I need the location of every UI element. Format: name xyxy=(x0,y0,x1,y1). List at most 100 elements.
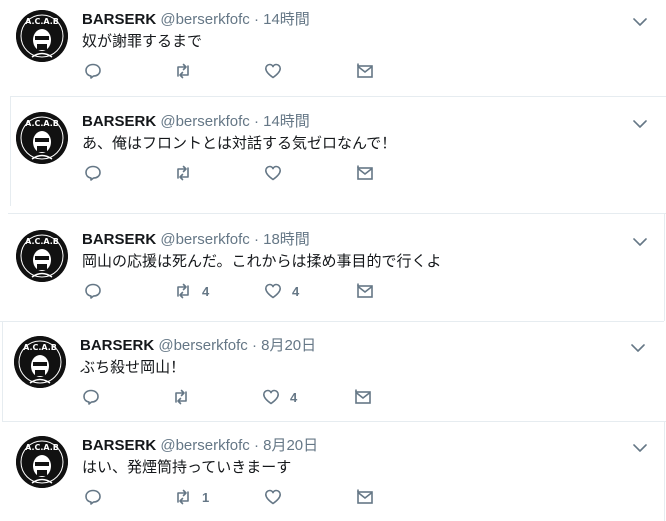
retweet-button[interactable] xyxy=(172,386,200,408)
reply-button[interactable] xyxy=(84,162,102,184)
retweet-icon xyxy=(175,389,187,405)
direct-message-button[interactable] xyxy=(356,280,374,302)
tweet[interactable]: A.C.A.B BARSERK @berserkfofc · 8月20日 ぶち殺… xyxy=(0,328,664,420)
acab-logo-icon: A.C.A.B xyxy=(16,10,68,62)
tweet-header: BARSERK @berserkfofc · 14時間 xyxy=(82,10,650,30)
reply-button[interactable] xyxy=(82,386,100,408)
chevron-down-icon[interactable] xyxy=(632,14,648,30)
chevron-down-icon[interactable] xyxy=(632,116,648,132)
reply-button[interactable] xyxy=(84,280,102,302)
avatar[interactable]: A.C.A.B xyxy=(16,112,68,164)
tweet-actions: 4 xyxy=(82,386,412,408)
chevron-down-icon[interactable] xyxy=(630,340,646,356)
tweet-text: あ、俺はフロントとは対話する気ゼロなんで！ xyxy=(82,135,397,152)
chevron-down-icon[interactable] xyxy=(632,234,648,250)
heart-icon xyxy=(265,489,281,505)
header-separator: · xyxy=(249,113,264,130)
timestamp[interactable]: 8月20日 xyxy=(261,337,316,354)
retweet-button[interactable]: 4 xyxy=(174,280,209,302)
display-name[interactable]: BARSERK xyxy=(82,113,156,130)
avatar[interactable]: A.C.A.B xyxy=(16,436,68,488)
user-handle[interactable]: @berserkfofc xyxy=(160,113,249,130)
like-button[interactable] xyxy=(264,60,292,82)
tweet-text: はい、発煙筒持っていきまーす xyxy=(82,459,292,476)
avatar[interactable]: A.C.A.B xyxy=(16,230,68,282)
reply-icon xyxy=(85,489,101,505)
divider xyxy=(2,321,3,421)
envelope-icon xyxy=(357,165,373,180)
retweet-icon xyxy=(177,489,189,505)
reply-button[interactable] xyxy=(84,60,102,82)
divider xyxy=(2,421,666,422)
like-button[interactable] xyxy=(264,486,292,508)
tweet-actions xyxy=(84,60,414,82)
tweet[interactable]: A.C.A.B BARSERK @berserkfofc · 8月20日 はい、… xyxy=(0,428,666,520)
svg-text:A.C.A.B: A.C.A.B xyxy=(23,343,57,352)
retweet-icon xyxy=(177,165,189,181)
user-handle[interactable]: @berserkfofc xyxy=(160,11,249,28)
user-handle[interactable]: @berserkfofc xyxy=(160,437,249,454)
reply-button[interactable] xyxy=(84,486,102,508)
chevron-down-icon[interactable] xyxy=(632,440,648,456)
divider xyxy=(664,421,665,521)
retweet-button[interactable] xyxy=(174,60,202,82)
tweet-header: BARSERK @berserkfofc · 14時間 xyxy=(82,112,650,132)
divider xyxy=(10,96,666,97)
direct-message-button[interactable] xyxy=(356,486,374,508)
like-button[interactable] xyxy=(264,162,292,184)
divider xyxy=(10,96,11,206)
header-separator: · xyxy=(249,231,264,248)
header-separator: · xyxy=(249,437,264,454)
header-separator: · xyxy=(249,11,264,28)
acab-logo-icon: A.C.A.B xyxy=(16,112,68,164)
retweet-count: 4 xyxy=(202,283,210,299)
reply-icon xyxy=(85,165,101,181)
user-handle[interactable]: @berserkfofc xyxy=(160,231,249,248)
retweet-count: 1 xyxy=(202,489,210,505)
avatar[interactable]: A.C.A.B xyxy=(14,336,66,388)
heart-icon xyxy=(265,63,281,79)
header-separator: · xyxy=(247,337,262,354)
retweet-icon xyxy=(177,63,189,79)
reply-icon xyxy=(83,389,99,405)
direct-message-button[interactable] xyxy=(356,60,374,82)
divider xyxy=(8,213,666,214)
like-count: 4 xyxy=(292,283,300,299)
tweet-actions: 1 xyxy=(84,486,414,508)
retweet-button[interactable]: 1 xyxy=(174,486,209,508)
display-name[interactable]: BARSERK xyxy=(80,337,154,354)
svg-text:A.C.A.B: A.C.A.B xyxy=(25,443,59,452)
direct-message-button[interactable] xyxy=(354,386,372,408)
avatar[interactable]: A.C.A.B xyxy=(16,10,68,62)
display-name[interactable]: BARSERK xyxy=(82,231,156,248)
like-button[interactable]: 4 xyxy=(264,280,299,302)
tweet-header: BARSERK @berserkfofc · 18時間 xyxy=(82,230,650,250)
envelope-icon xyxy=(355,389,371,404)
like-count: 4 xyxy=(290,389,298,405)
retweet-button[interactable] xyxy=(174,162,202,184)
envelope-icon xyxy=(357,63,373,78)
tweet-actions: 4 4 xyxy=(84,280,414,302)
timestamp[interactable]: 8月20日 xyxy=(263,437,318,454)
tweet-actions xyxy=(84,162,414,184)
acab-logo-icon: A.C.A.B xyxy=(16,436,68,488)
reply-icon xyxy=(85,63,101,79)
tweet-header: BARSERK @berserkfofc · 8月20日 xyxy=(82,436,650,456)
tweet[interactable]: A.C.A.B BARSERK @berserkfofc · 14時間 奴が謝罪… xyxy=(0,2,666,94)
acab-logo-icon: A.C.A.B xyxy=(16,230,68,282)
timestamp[interactable]: 14時間 xyxy=(263,113,310,130)
tweet[interactable]: A.C.A.B BARSERK @berserkfofc · 14時間 あ、俺は… xyxy=(0,104,666,196)
tweet[interactable]: A.C.A.B BARSERK @berserkfofc · 18時間 岡山の応… xyxy=(0,222,666,314)
svg-text:A.C.A.B: A.C.A.B xyxy=(25,237,59,246)
heart-icon xyxy=(263,389,279,405)
direct-message-button[interactable] xyxy=(356,162,374,184)
timestamp[interactable]: 18時間 xyxy=(263,231,310,248)
like-button[interactable]: 4 xyxy=(262,386,297,408)
display-name[interactable]: BARSERK xyxy=(82,11,156,28)
svg-text:A.C.A.B: A.C.A.B xyxy=(25,17,59,26)
tweet-text: ぶち殺せ岡山！ xyxy=(80,359,186,376)
display-name[interactable]: BARSERK xyxy=(82,437,156,454)
timestamp[interactable]: 14時間 xyxy=(263,11,310,28)
tweet-text: 岡山の応援は死んだ。これからは揉め事目的で行くよ xyxy=(82,253,442,270)
user-handle[interactable]: @berserkfofc xyxy=(158,337,247,354)
